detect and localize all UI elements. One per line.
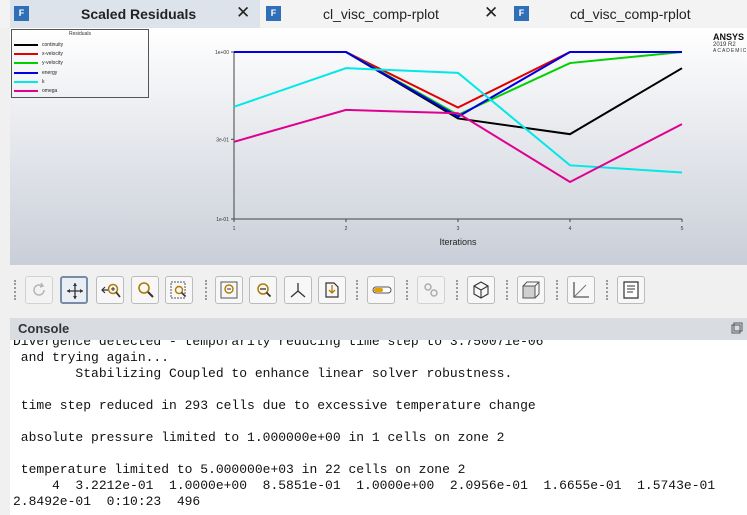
tab-bar: F Scaled Residuals ✕ F cl_visc_comp-rplo…	[0, 0, 747, 28]
zoom-icon	[138, 282, 154, 298]
y-tick-label: 3e-01	[216, 137, 229, 143]
residuals-chart: 1e+00 3e-01 1e-01 1 2 3 4 5 Iterations	[215, 50, 684, 247]
toolbar-grip[interactable]	[205, 280, 210, 300]
settings-button[interactable]	[417, 276, 445, 304]
settings-icon	[424, 283, 438, 297]
slider-button[interactable]	[367, 276, 395, 304]
graphics-toolbar	[0, 265, 747, 317]
export-button[interactable]	[318, 276, 346, 304]
fluent-icon: F	[266, 6, 281, 21]
tab-cd-visc-comp-rplot[interactable]: F cd_visc_comp-rplot	[510, 0, 747, 28]
box-view-icon	[522, 281, 540, 299]
series-line-x-velocity	[234, 51, 682, 109]
x-tick-label: 1	[233, 226, 236, 232]
export-icon	[325, 282, 339, 298]
series-line-omega	[233, 108, 683, 184]
close-icon[interactable]: ✕	[484, 3, 498, 23]
report-icon	[623, 281, 639, 299]
zoom-box-button[interactable]	[165, 276, 193, 304]
close-icon[interactable]: ✕	[236, 3, 250, 23]
axis-orient-icon	[290, 283, 306, 298]
pan-icon	[67, 283, 83, 299]
pan-button[interactable]	[60, 276, 88, 304]
toolbar-grip[interactable]	[606, 280, 611, 300]
toolbar-grip[interactable]	[356, 280, 361, 300]
zoom-box-icon	[170, 281, 187, 299]
tab-label: Scaled Residuals	[81, 6, 197, 22]
toolbar-grip[interactable]	[506, 280, 511, 300]
cube-icon	[473, 281, 489, 299]
x-tick-label: 5	[681, 226, 684, 232]
x-tick-label: 3	[457, 226, 460, 232]
toolbar-grip[interactable]	[406, 280, 411, 300]
y-tick-label: 1e+00	[215, 50, 229, 56]
toolbar-grip[interactable]	[456, 280, 461, 300]
restore-icon[interactable]	[731, 322, 743, 334]
zoom-in-icon	[101, 283, 121, 298]
residuals-plot-area[interactable]: Residuals continuity x-velocity y-veloci…	[10, 28, 747, 265]
console-text: Divergence detected - temporarily reduci…	[13, 340, 716, 509]
refresh-button[interactable]	[25, 276, 53, 304]
console-header: Console	[10, 318, 747, 340]
console-title: Console	[18, 321, 70, 336]
box-view-button[interactable]	[517, 276, 545, 304]
tab-label: cd_visc_comp-rplot	[570, 6, 691, 22]
fluent-icon: F	[14, 6, 29, 21]
fluent-icon: F	[514, 6, 529, 21]
zoom-fit-button[interactable]	[215, 276, 243, 304]
x-tick-label: 4	[569, 226, 572, 232]
console-output[interactable]: Divergence detected - temporarily reduci…	[10, 340, 747, 515]
axes-icon	[573, 282, 589, 298]
series-line-k	[233, 67, 683, 174]
tab-cl-visc-comp-rplot[interactable]: F cl_visc_comp-rplot ✕	[262, 0, 510, 28]
zoom-fit-icon	[220, 281, 238, 299]
cube-button[interactable]	[467, 276, 495, 304]
axis-orient-button[interactable]	[284, 276, 312, 304]
tab-scaled-residuals[interactable]: F Scaled Residuals ✕	[10, 0, 260, 28]
zoom-out-button[interactable]	[249, 276, 277, 304]
x-axis-label: Iterations	[439, 237, 477, 247]
toolbar-grip[interactable]	[556, 280, 561, 300]
zoom-in-button[interactable]	[96, 276, 124, 304]
report-button[interactable]	[617, 276, 645, 304]
zoom-out-icon	[257, 283, 272, 298]
toolbar-grip[interactable]	[14, 280, 19, 300]
slider-icon	[372, 286, 392, 294]
zoom-button[interactable]	[131, 276, 159, 304]
refresh-icon	[33, 282, 45, 296]
y-tick-label: 1e-01	[216, 217, 229, 223]
tab-label: cl_visc_comp-rplot	[323, 6, 439, 22]
axes-button[interactable]	[567, 276, 595, 304]
x-tick-label: 2	[345, 226, 348, 232]
